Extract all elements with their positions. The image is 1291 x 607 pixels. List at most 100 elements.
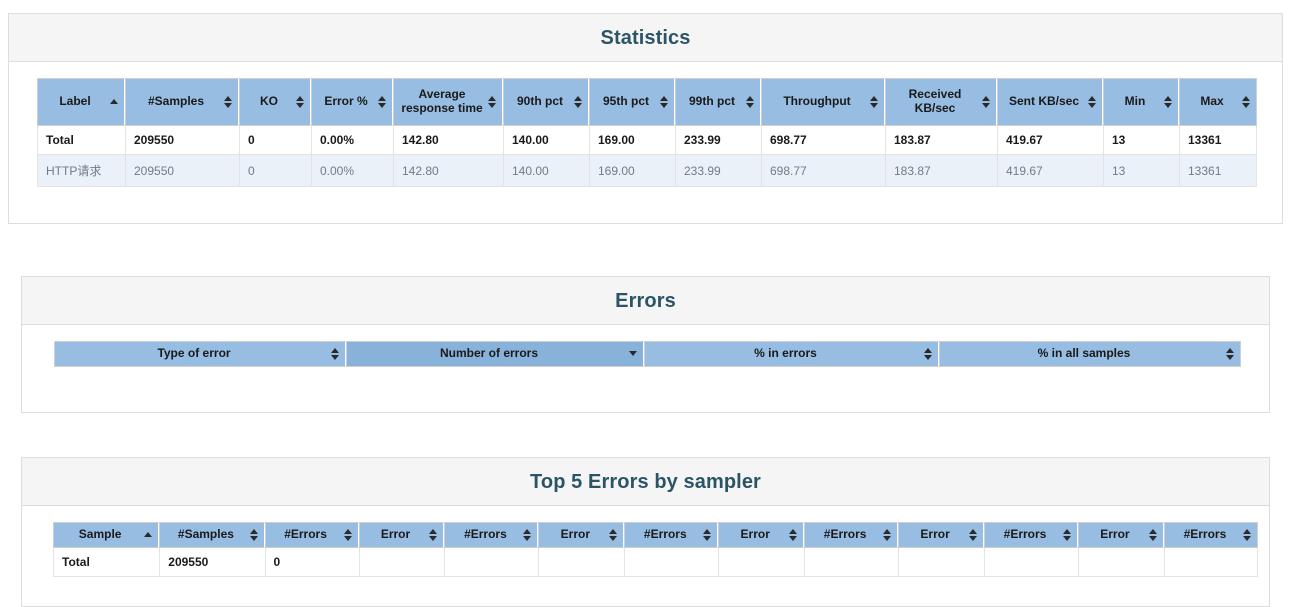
col-header-min[interactable]: Min	[1103, 78, 1179, 126]
col-header-error-4-text: Error	[920, 527, 950, 542]
statistics-table: Label #Samples KO Error % Average respon…	[37, 78, 1257, 187]
sort-both-icon[interactable]	[703, 529, 712, 541]
col-header-number-of-errors[interactable]: Number of errors	[346, 341, 644, 367]
cell-min: 13	[1103, 126, 1179, 155]
col-header-average-response-time[interactable]: Average response time	[393, 78, 503, 126]
top5-errors-table: Sample #Samples #Errors Error #Errors Er…	[53, 522, 1258, 577]
col-header-samples[interactable]: #Samples	[159, 522, 265, 548]
cell-error-4	[898, 548, 984, 577]
col-header-received-kb-sec[interactable]: Received KB/sec	[885, 78, 997, 126]
cell-label: Total	[37, 126, 125, 155]
top5-panel-heading: Top 5 Errors by sampler	[22, 458, 1269, 506]
cell-sent-kb-sec: 419.67	[997, 155, 1103, 187]
cell-min: 13	[1103, 155, 1179, 187]
col-header-errors-3[interactable]: #Errors	[624, 522, 719, 548]
cell-error-1	[358, 548, 445, 577]
sort-both-icon[interactable]	[789, 529, 798, 541]
col-header-error-1[interactable]: Error	[358, 522, 445, 548]
cell-max: 13361	[1179, 155, 1257, 187]
cell-95th-pct: 169.00	[589, 126, 675, 155]
col-header-label[interactable]: Label	[37, 78, 125, 126]
sort-both-icon[interactable]	[609, 529, 618, 541]
col-header-errors-4[interactable]: #Errors	[804, 522, 899, 548]
sort-both-icon[interactable]	[870, 96, 879, 108]
col-header-throughput[interactable]: Throughput	[761, 78, 885, 126]
col-header-error-2[interactable]: Error	[538, 522, 625, 548]
cell-samples: 209550	[159, 548, 265, 577]
col-header-error-1-text: Error	[380, 527, 411, 542]
sort-both-icon[interactable]	[1164, 96, 1173, 108]
col-header-error-6[interactable]: Error	[1078, 522, 1164, 548]
cell-error-pct: 0.00%	[311, 126, 393, 155]
errors-panel: Errors Type of error Number of errors % …	[21, 276, 1270, 413]
col-header-95th-pct-text: 95th pct	[602, 94, 649, 109]
col-header-error-4[interactable]: Error	[898, 522, 984, 548]
statistics-panel-body: Label #Samples KO Error % Average respon…	[9, 62, 1282, 187]
sort-both-icon[interactable]	[924, 348, 933, 360]
cell-label: HTTP请求	[37, 155, 125, 187]
col-header-samples[interactable]: #Samples	[125, 78, 239, 126]
sort-both-icon[interactable]	[378, 96, 387, 108]
sort-descending-icon[interactable]	[629, 348, 638, 360]
col-header-90th-pct-text: 90th pct	[516, 94, 563, 109]
col-header-error-3[interactable]: Error	[718, 522, 805, 548]
cell-sent-kb-sec: 419.67	[997, 126, 1103, 155]
sort-both-icon[interactable]	[1226, 348, 1235, 360]
sort-ascending-icon[interactable]	[144, 529, 153, 541]
col-header-max[interactable]: Max	[1179, 78, 1257, 126]
col-header-sent-kb-sec[interactable]: Sent KB/sec	[997, 78, 1103, 126]
col-header-sample-text: Sample	[78, 527, 122, 542]
sort-both-icon[interactable]	[429, 529, 438, 541]
cell-error-3	[718, 548, 805, 577]
col-header-label-text: Label	[59, 94, 91, 109]
col-header-95th-pct[interactable]: 95th pct	[589, 78, 675, 126]
cell-errors-2	[444, 548, 539, 577]
col-header-error-pct[interactable]: Error %	[311, 78, 393, 126]
cell-errors-3	[624, 548, 719, 577]
col-header-ko[interactable]: KO	[239, 78, 311, 126]
errors-title: Errors	[615, 289, 676, 312]
sort-both-icon[interactable]	[523, 529, 532, 541]
sort-both-icon[interactable]	[1243, 529, 1252, 541]
col-header-pct-in-errors[interactable]: % in errors	[644, 341, 939, 367]
sort-both-icon[interactable]	[488, 96, 497, 108]
sort-both-icon[interactable]	[968, 529, 978, 541]
col-header-pct-in-all-samples[interactable]: % in all samples	[939, 341, 1241, 367]
sort-both-icon[interactable]	[746, 96, 755, 108]
sort-both-icon[interactable]	[574, 96, 583, 108]
sort-both-icon[interactable]	[343, 529, 353, 541]
sort-both-icon[interactable]	[660, 96, 669, 108]
sort-ascending-icon[interactable]	[110, 96, 119, 108]
sort-both-icon[interactable]	[224, 96, 233, 108]
errors-table: Type of error Number of errors % in erro…	[54, 341, 1241, 367]
top5-title: Top 5 Errors by sampler	[530, 470, 761, 493]
col-header-errors-4-text: #Errors	[823, 527, 867, 542]
col-header-errors-5[interactable]: #Errors	[983, 522, 1078, 548]
col-header-errors-5-text: #Errors	[1003, 527, 1047, 542]
col-header-99th-pct[interactable]: 99th pct	[675, 78, 761, 126]
col-header-errors-6[interactable]: #Errors	[1163, 522, 1258, 548]
col-header-error-2-text: Error	[560, 527, 591, 542]
sort-both-icon[interactable]	[1063, 529, 1072, 541]
sort-both-icon[interactable]	[1242, 96, 1251, 108]
col-header-errors-2[interactable]: #Errors	[444, 522, 539, 548]
col-header-type-of-error[interactable]: Type of error	[54, 341, 346, 367]
sort-both-icon[interactable]	[331, 348, 340, 360]
col-header-sent-kb-sec-text: Sent KB/sec	[1008, 94, 1080, 109]
sort-both-icon[interactable]	[296, 96, 305, 108]
sort-both-icon[interactable]	[982, 96, 991, 108]
col-header-average-response-time-line1: Average	[418, 87, 466, 102]
col-header-received-kb-sec-line1: Received	[908, 87, 962, 102]
sort-both-icon[interactable]	[1148, 529, 1158, 541]
col-header-errors-1[interactable]: #Errors	[264, 522, 359, 548]
sort-both-icon[interactable]	[1088, 96, 1097, 108]
cell-error-2	[538, 548, 625, 577]
col-header-errors-6-text: #Errors	[1183, 527, 1227, 542]
cell-throughput: 698.77	[761, 155, 885, 187]
col-header-90th-pct[interactable]: 90th pct	[503, 78, 589, 126]
table-row: Total 209550 0	[53, 548, 1258, 577]
sort-both-icon[interactable]	[249, 529, 259, 541]
cell-99th-pct: 233.99	[675, 155, 761, 187]
sort-both-icon[interactable]	[883, 529, 892, 541]
col-header-sample[interactable]: Sample	[53, 522, 160, 548]
